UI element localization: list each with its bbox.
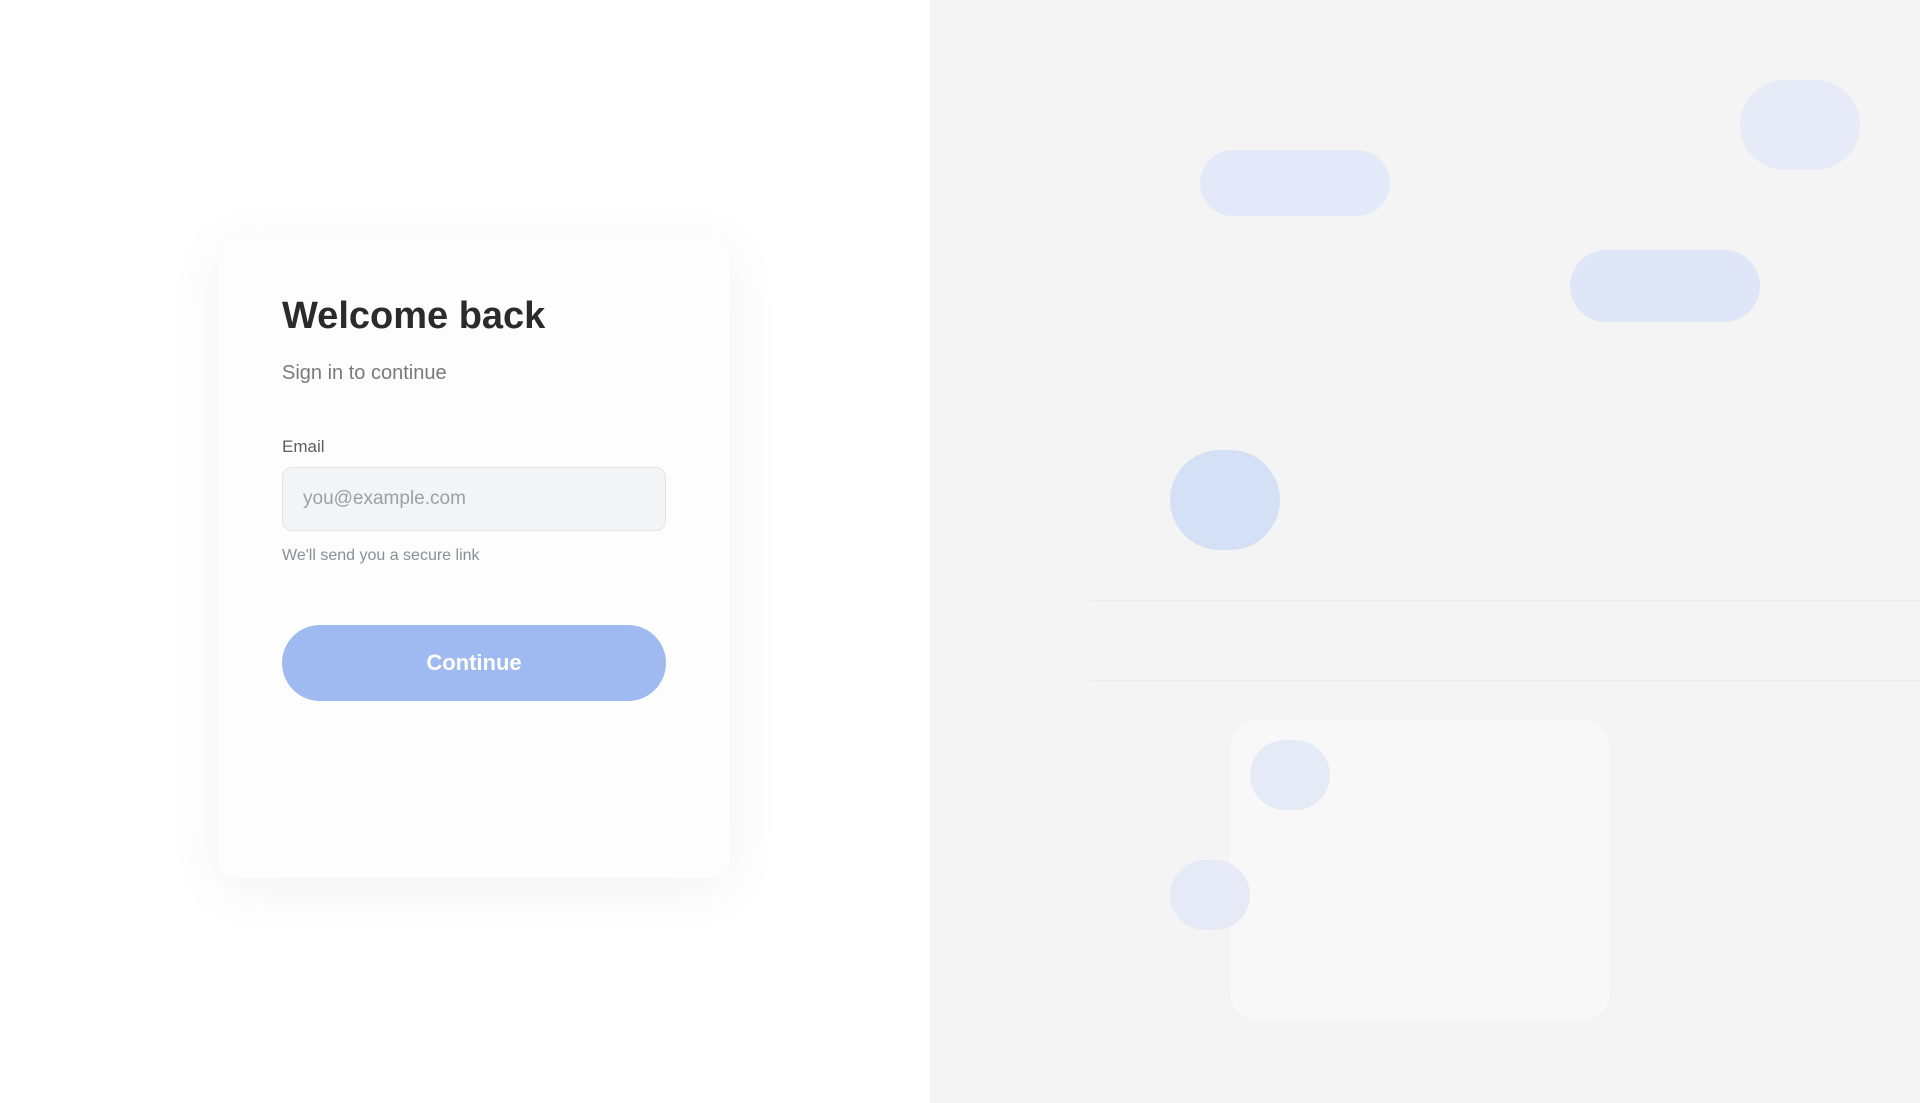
illustration-shape [1170,860,1250,930]
continue-button[interactable]: Continue [282,624,666,701]
page: Welcome back Sign in to continue Email W… [0,0,1920,1103]
divider [1090,680,1920,681]
signin-card: Welcome back Sign in to continue Email W… [218,238,730,878]
signin-subtitle: Sign in to continue [282,361,447,384]
illustration-shape [1740,80,1860,170]
illustration-shape [1570,250,1760,322]
illustration-shape [1250,740,1330,810]
illustration-shape [1170,450,1280,550]
illustration-panel [930,0,1920,1103]
divider [1090,600,1920,601]
illustration-shape [1200,150,1390,216]
signin-title: Welcome back [282,295,546,337]
left-panel: Welcome back Sign in to continue Email W… [0,0,930,1103]
helper-text: We'll send you a secure link [282,546,480,564]
email-label: Email [282,436,325,456]
email-field[interactable] [282,466,666,531]
